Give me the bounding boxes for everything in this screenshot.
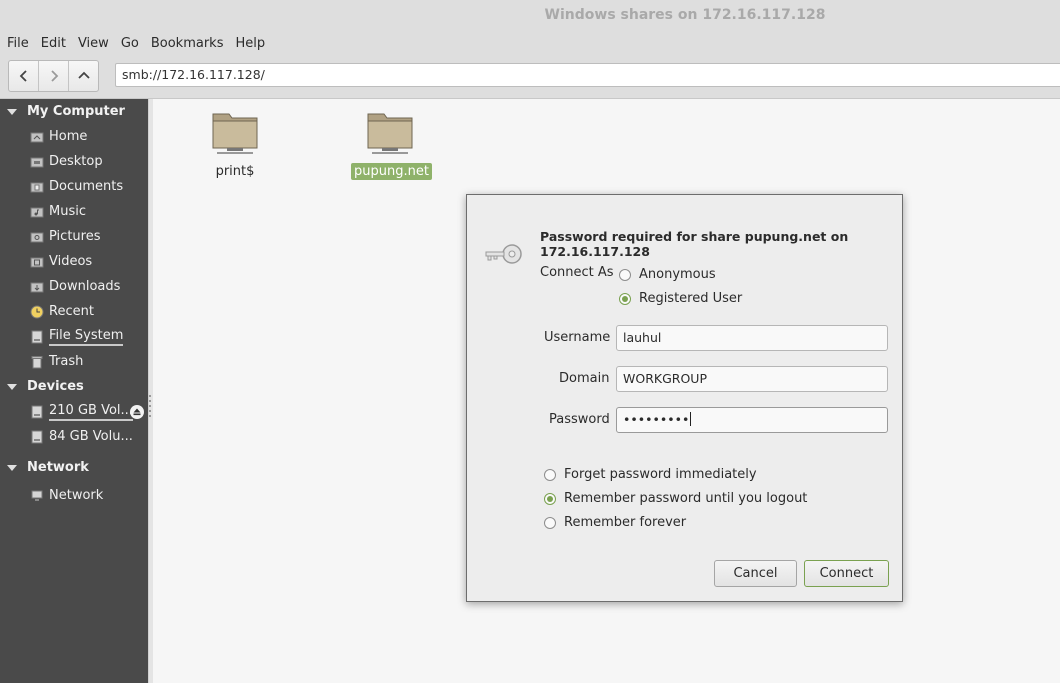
trash-icon	[31, 355, 43, 368]
videos-folder-icon	[30, 257, 44, 267]
sidebar-item-label: Home	[49, 129, 88, 144]
sidebar-item-music[interactable]: Music	[0, 199, 148, 224]
username-field[interactable]: lauhul	[616, 325, 888, 351]
password-field[interactable]: •••••••••	[616, 407, 888, 433]
splitter-grip[interactable]	[149, 395, 151, 417]
chevron-left-icon	[19, 70, 27, 82]
pictures-folder-icon	[30, 232, 44, 242]
file-name: print$	[215, 164, 255, 179]
cancel-button[interactable]: Cancel	[714, 560, 797, 587]
sidebar-item-file-system[interactable]: File System	[0, 324, 148, 349]
key-icon	[485, 244, 522, 264]
downloads-folder-icon	[30, 282, 44, 292]
expander-down-icon	[7, 464, 17, 471]
forward-button[interactable]	[39, 61, 69, 91]
radio-button[interactable]	[619, 292, 631, 305]
up-button[interactable]	[69, 61, 98, 91]
documents-folder-icon	[30, 182, 44, 192]
sidebar-item-network[interactable]: Network	[0, 483, 148, 508]
radio-remember-forever[interactable]: Remember forever	[544, 515, 686, 530]
desktop-folder-icon	[30, 157, 44, 167]
password-label: Password	[549, 412, 610, 427]
sidebar-item-label: Music	[49, 204, 86, 219]
sidebar-item-documents[interactable]: Documents	[0, 174, 148, 199]
radio-button[interactable]	[544, 492, 556, 505]
sidebar-section-devices[interactable]: Devices	[0, 374, 148, 399]
drive-icon	[31, 405, 43, 418]
window-title: Windows shares on 172.16.117.128	[544, 7, 826, 23]
menu-help[interactable]: Help	[229, 36, 271, 51]
sidebar-item-label: 84 GB Volu...	[49, 429, 133, 444]
chevron-up-icon	[77, 71, 90, 79]
expander-down-icon	[7, 108, 17, 115]
menu-view[interactable]: View	[72, 36, 115, 51]
drive-icon	[31, 330, 43, 343]
eject-icon[interactable]	[130, 405, 144, 419]
password-dialog: Password required for share pupung.net o…	[466, 194, 903, 602]
sidebar-item-home[interactable]: Home	[0, 124, 148, 149]
menu-bookmarks[interactable]: Bookmarks	[145, 36, 230, 51]
sidebar-section-network[interactable]: Network	[0, 455, 148, 480]
sidebar-item-210gb-volume[interactable]: 210 GB Vol...	[0, 399, 148, 424]
sidebar-item-downloads[interactable]: Downloads	[0, 274, 148, 299]
dialog-heading: Password required for share pupung.net o…	[540, 229, 849, 259]
menu-go[interactable]: Go	[115, 36, 145, 51]
connect-as-label: Connect As	[540, 265, 614, 280]
network-folder-icon	[212, 113, 258, 154]
sidebar-item-label: Videos	[49, 254, 93, 269]
sidebar-item-label: Trash	[49, 354, 84, 369]
sidebar-item-recent[interactable]: Recent	[0, 299, 148, 324]
menu-bar: File Edit View Go Bookmarks Help	[0, 30, 1060, 56]
file-item-pupung-net[interactable]: pupung.net	[351, 108, 432, 180]
navigation-buttons	[8, 60, 99, 92]
recent-clock-icon	[30, 305, 44, 318]
music-folder-icon	[30, 207, 44, 217]
expander-down-icon	[7, 383, 17, 390]
sidebar-item-trash[interactable]: Trash	[0, 349, 148, 374]
sidebar-item-label: Desktop	[49, 154, 103, 169]
network-icon	[31, 490, 43, 501]
chevron-right-icon	[50, 70, 58, 82]
sidebar-item-label: Pictures	[49, 229, 101, 244]
home-folder-icon	[30, 132, 44, 142]
file-item-print[interactable]: print$	[201, 108, 269, 180]
sidebar-item-label: Recent	[49, 304, 94, 319]
file-name: pupung.net	[351, 163, 432, 180]
radio-forget-password[interactable]: Forget password immediately	[544, 467, 757, 482]
drive-icon	[31, 430, 43, 443]
radio-button[interactable]	[544, 468, 556, 481]
connect-button[interactable]: Connect	[804, 560, 889, 587]
sidebar-item-label: 210 GB Vol...	[49, 403, 133, 421]
sidebar-item-label: File System	[49, 328, 124, 346]
location-bar[interactable]: smb://172.16.117.128/	[115, 63, 1060, 87]
sidebar-item-desktop[interactable]: Desktop	[0, 149, 148, 174]
sidebar-item-videos[interactable]: Videos	[0, 249, 148, 274]
radio-button[interactable]	[619, 268, 631, 281]
menu-edit[interactable]: Edit	[35, 36, 72, 51]
radio-remember-until-logout[interactable]: Remember password until you logout	[544, 491, 807, 506]
sidebar-item-84gb-volume[interactable]: 84 GB Volu...	[0, 424, 148, 449]
toolbar: smb://172.16.117.128/	[0, 56, 1060, 99]
radio-anonymous[interactable]: Anonymous	[619, 267, 716, 282]
username-label: Username	[544, 330, 611, 345]
radio-registered-user[interactable]: Registered User	[619, 291, 742, 306]
title-bar: Windows shares on 172.16.117.128	[0, 0, 1060, 30]
network-folder-icon	[367, 113, 413, 154]
menu-file[interactable]: File	[0, 36, 35, 51]
sidebar-item-label: Network	[49, 488, 104, 503]
sidebar-item-pictures[interactable]: Pictures	[0, 224, 148, 249]
sidebar-section-my-computer[interactable]: My Computer	[0, 99, 148, 124]
sidebar-item-label: Downloads	[49, 279, 121, 294]
domain-field[interactable]: WORKGROUP	[616, 366, 888, 392]
text-caret	[690, 412, 692, 426]
radio-button[interactable]	[544, 516, 556, 529]
sidebar: My Computer Home Desktop Documents Music…	[0, 99, 148, 683]
domain-label: Domain	[559, 371, 610, 386]
password-value: •••••••••	[623, 412, 690, 427]
sidebar-item-label: Documents	[49, 179, 124, 194]
back-button[interactable]	[9, 61, 39, 91]
